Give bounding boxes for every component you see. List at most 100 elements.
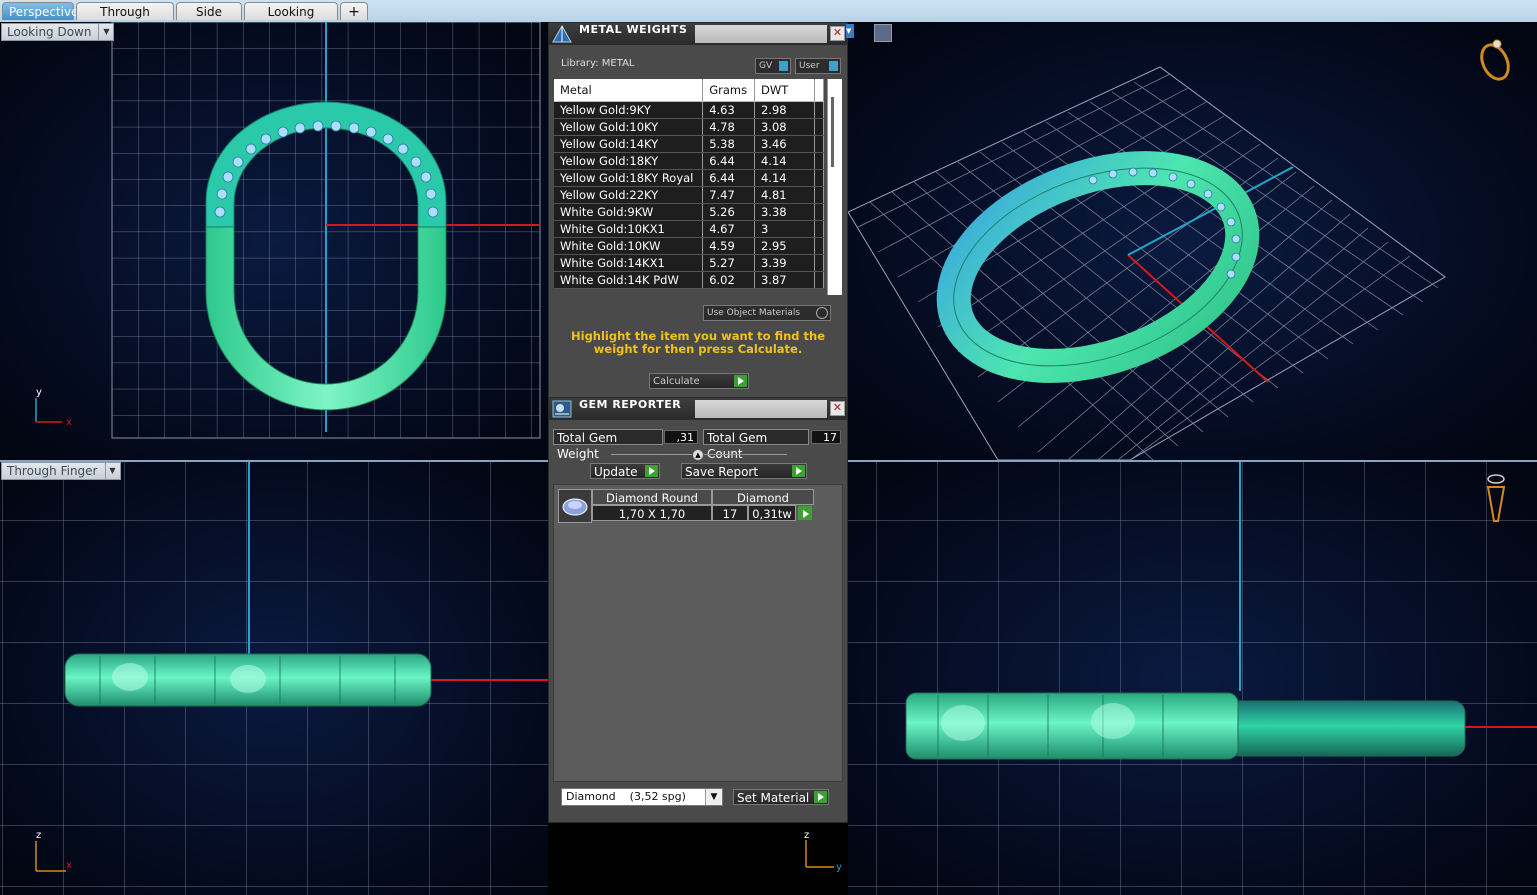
gem-size: 1,70 X 1,70 — [592, 505, 712, 521]
metal-weights-table: Metal Grams DWT Yellow Gold:9KY 4.63 2.98 Y… — [554, 79, 825, 289]
tool-icon[interactable] — [874, 24, 892, 42]
gem-report-icon — [552, 400, 572, 418]
viewport-side-view[interactable] — [848, 461, 1537, 895]
table-row[interactable]: White Gold:14KX1 5.27 3.39 — [554, 254, 825, 272]
table-row[interactable]: White Gold:10KX1 4.67 3 — [554, 220, 825, 238]
axis-z-label: z — [804, 830, 809, 841]
user-toggle[interactable]: User — [795, 58, 841, 74]
radio-icon — [816, 307, 828, 319]
set-material-button[interactable]: Set Material — [733, 789, 829, 805]
total-gem-count-value: 17 — [811, 430, 841, 444]
viewport-looking-down[interactable]: y x Looking Down ▼ — [0, 22, 548, 460]
save-report-button[interactable]: Save Report — [681, 463, 807, 479]
table-scrollbar[interactable] — [827, 79, 842, 295]
row-spacer — [814, 186, 825, 204]
row-spacer — [814, 169, 825, 187]
table-row[interactable]: White Gold:9KW 5.26 3.38 — [554, 203, 825, 221]
dwt-cell: 3.87 — [754, 271, 815, 289]
viewport-perspective[interactable] — [848, 22, 1537, 460]
metal-cell: Yellow Gold:18KY Royal — [554, 169, 704, 187]
close-icon[interactable]: ✕ — [830, 26, 845, 41]
list-item[interactable]: Diamond Round Diamond 1,70 X 1,70 17 0,3… — [558, 489, 814, 523]
close-icon[interactable]: ✕ — [830, 401, 845, 416]
gem-weight: 0,31tw — [748, 505, 796, 521]
update-button[interactable]: Update — [590, 463, 660, 479]
grams-cell: 4.78 — [702, 118, 755, 136]
calculate-label: Calculate — [653, 376, 700, 387]
table-row[interactable]: Yellow Gold:9KY 4.63 2.98 — [554, 101, 825, 119]
column-header-metal[interactable]: Metal — [554, 79, 704, 102]
column-header-spacer — [814, 79, 825, 102]
update-label: Update — [594, 465, 638, 479]
viewport-view-dropdown[interactable]: Looking Down ▼ — [1, 23, 115, 41]
grams-cell: 5.38 — [702, 135, 755, 153]
dwt-cell: 3.08 — [754, 118, 815, 136]
play-icon — [792, 465, 805, 477]
dwt-cell: 3.39 — [754, 254, 815, 272]
dwt-cell: 3.38 — [754, 203, 815, 221]
ring-orientation-icon[interactable] — [1477, 39, 1514, 83]
table-row[interactable]: Yellow Gold:18KY Royal 6.44 4.14 — [554, 169, 825, 187]
table-row[interactable]: Yellow Gold:14KY 5.38 3.46 — [554, 135, 825, 153]
grams-cell: 5.26 — [702, 203, 755, 221]
row-spacer — [814, 271, 825, 289]
looking-down-scene: y x — [35, 22, 541, 439]
row-spacer — [814, 237, 825, 255]
side-axis-gizmo: z y — [800, 830, 850, 875]
gem-reporter-titlebar[interactable]: GEM REPORTER ✕ — [549, 398, 847, 420]
gv-label: GV — [759, 61, 773, 71]
collapse-icon[interactable]: ▲ — [692, 449, 704, 461]
metal-cell: Yellow Gold:10KY — [554, 118, 704, 136]
dwt-cell: 2.98 — [754, 101, 815, 119]
panel-collapse-icon[interactable]: ▼ — [846, 24, 854, 38]
grams-cell: 7.47 — [702, 186, 755, 204]
metal-weights-titlebar[interactable]: METAL WEIGHTS ✕ — [549, 23, 847, 45]
metal-cell: Yellow Gold:18KY — [554, 152, 704, 170]
row-spacer — [814, 101, 825, 119]
total-gem-weight-label: Total Gem Weight — [553, 429, 663, 461]
tab-perspective[interactable]: Perspective — [2, 2, 79, 20]
tab-side-view[interactable]: Side View — [176, 2, 242, 37]
material-select[interactable]: Diamond (3,52 spg) ▼ — [561, 788, 723, 806]
row-spacer — [814, 220, 825, 238]
chevron-down-icon: ▼ — [104, 463, 120, 479]
grams-cell: 6.44 — [702, 169, 755, 187]
through-finger-scene: z x — [0, 461, 548, 895]
table-row[interactable]: Yellow Gold:18KY 6.44 4.14 — [554, 152, 825, 170]
table-row[interactable]: White Gold:10KW 4.59 2.95 — [554, 237, 825, 255]
dwt-cell: 4.81 — [754, 186, 815, 204]
scrollbar-thumb[interactable] — [831, 97, 834, 167]
gem-count: 17 — [712, 505, 748, 521]
plus-icon[interactable]: + — [340, 2, 368, 20]
titlebar-grip[interactable] — [695, 25, 827, 43]
viewport-view-dropdown[interactable]: Through Finger ▼ — [1, 462, 121, 480]
table-row[interactable]: Yellow Gold:22KY 7.47 4.81 — [554, 186, 825, 204]
viewport-through-finger[interactable]: z x Through Finger ▼ — [0, 461, 548, 895]
play-icon[interactable] — [798, 506, 812, 520]
panel-title: METAL WEIGHTS — [579, 23, 688, 36]
dwt-cell: 4.14 — [754, 152, 815, 170]
metal-cell: Yellow Gold:14KY — [554, 135, 704, 153]
calculate-button[interactable]: Calculate — [649, 373, 749, 389]
column-header-dwt[interactable]: DWT — [754, 79, 815, 102]
axis-y-label: y — [836, 862, 842, 873]
use-object-materials-toggle[interactable]: Use Object Materials — [703, 305, 831, 321]
diamond-round-icon — [558, 489, 592, 523]
gem-list: Diamond Round Diamond 1,70 X 1,70 17 0,3… — [553, 484, 843, 782]
table-row[interactable]: White Gold:14K PdW 6.02 3.87 — [554, 271, 825, 289]
tab-looking-down[interactable]: Looking Down — [244, 2, 338, 37]
grams-cell: 6.44 — [702, 152, 755, 170]
panel-title: GEM REPORTER — [579, 398, 682, 411]
scale-icon — [552, 24, 572, 43]
metal-cell: White Gold:10KX1 — [554, 220, 704, 238]
total-gem-count-label: Total Gem Count — [703, 429, 809, 461]
metal-cell: White Gold:14K PdW — [554, 271, 704, 289]
gv-toggle[interactable]: GV — [755, 58, 791, 74]
titlebar-grip[interactable] — [695, 400, 827, 418]
axis-gizmo-zy — [848, 831, 863, 881]
metal-cell: White Gold:14KX1 — [554, 254, 704, 272]
tab-through-finger[interactable]: Through Finger — [76, 2, 174, 37]
column-header-grams[interactable]: Grams — [702, 79, 755, 102]
table-row[interactable]: Yellow Gold:10KY 4.78 3.08 — [554, 118, 825, 136]
material-select-value: Diamond (3,52 spg) — [566, 790, 686, 803]
